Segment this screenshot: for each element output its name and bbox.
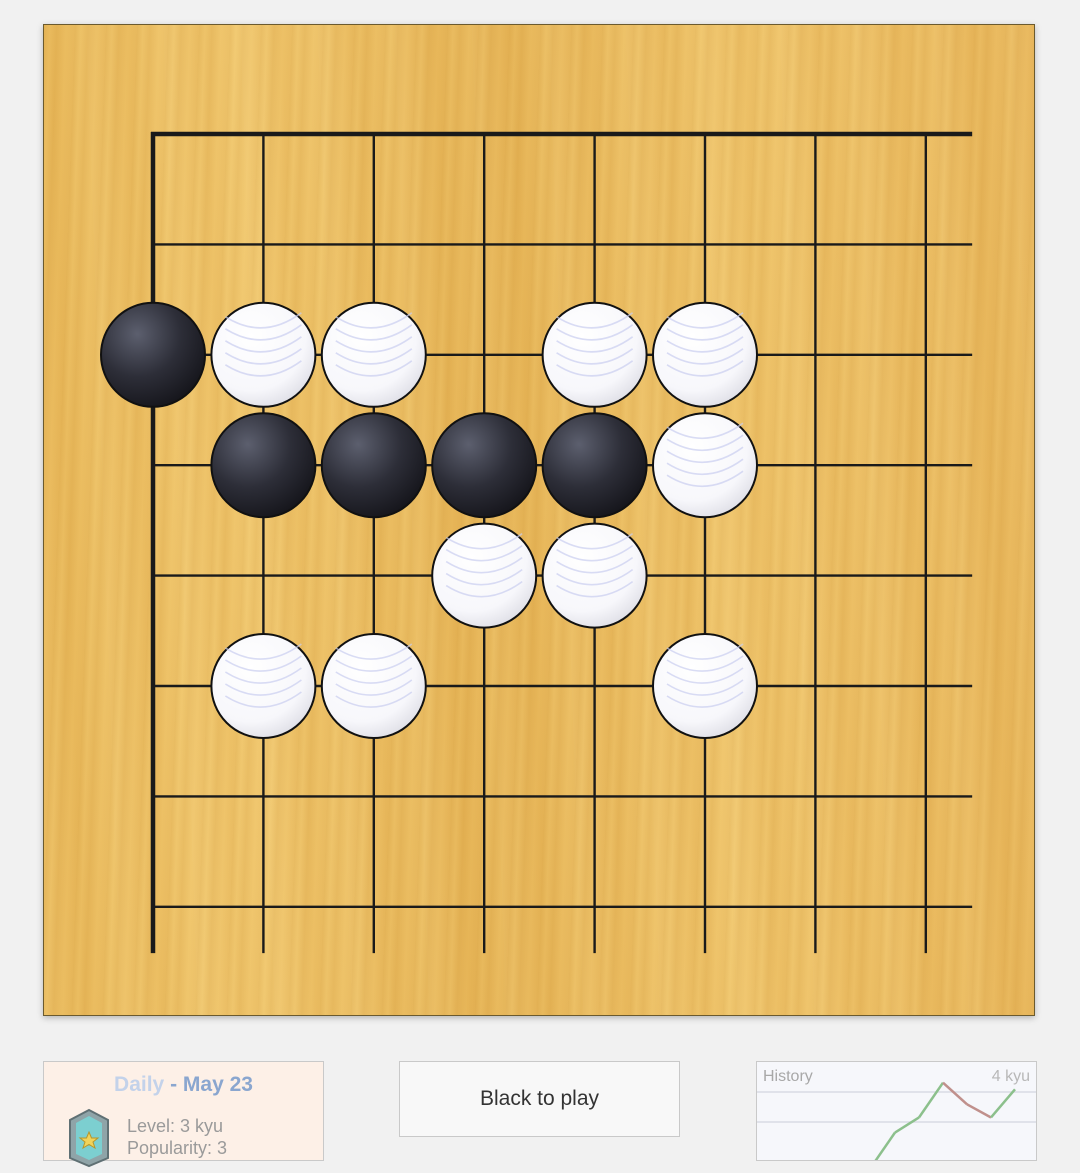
history-segment bbox=[966, 1103, 992, 1119]
history-segment bbox=[990, 1088, 1016, 1119]
black-stone[interactable] bbox=[210, 412, 317, 519]
white-stone[interactable] bbox=[431, 522, 538, 629]
board-grid[interactable] bbox=[43, 24, 1035, 1016]
history-title: History bbox=[763, 1068, 813, 1085]
history-segment bbox=[917, 1081, 945, 1119]
black-stone[interactable] bbox=[100, 301, 206, 408]
daily-date: May 23 bbox=[182, 1073, 253, 1096]
history-rank: 4 kyu bbox=[991, 1068, 1030, 1085]
black-stone[interactable] bbox=[431, 412, 538, 519]
history-segment bbox=[942, 1081, 968, 1106]
daily-level: Level: 3 kyu bbox=[127, 1116, 224, 1136]
black-stone[interactable] bbox=[320, 412, 427, 519]
white-stone[interactable] bbox=[320, 301, 427, 408]
white-stone[interactable] bbox=[210, 633, 317, 739]
black-stone[interactable] bbox=[541, 412, 648, 519]
daily-prefix: Daily bbox=[114, 1073, 165, 1096]
go-board[interactable] bbox=[43, 24, 1035, 1016]
history-chart[interactable]: History 4 kyu bbox=[756, 1061, 1037, 1161]
white-stone[interactable] bbox=[210, 301, 317, 408]
turn-label: Black to play bbox=[479, 1087, 600, 1110]
history-segment bbox=[874, 1131, 897, 1160]
white-stone[interactable] bbox=[320, 633, 427, 739]
daily-separator: - bbox=[164, 1073, 183, 1096]
white-stone[interactable] bbox=[652, 412, 758, 519]
turn-indicator-button[interactable]: Black to play bbox=[399, 1061, 680, 1137]
shield-star-icon bbox=[66, 1108, 112, 1173]
white-stone[interactable] bbox=[652, 301, 758, 408]
daily-puzzle-card[interactable]: Daily - May 23 Level: 3 kyu Popularity: … bbox=[43, 1061, 324, 1168]
history-segment bbox=[894, 1116, 920, 1134]
white-stone[interactable] bbox=[541, 522, 648, 629]
white-stone[interactable] bbox=[652, 633, 758, 739]
white-stone[interactable] bbox=[541, 301, 648, 408]
daily-title: Daily - May 23 bbox=[44, 1073, 323, 1097]
daily-popularity: Popularity: 3 bbox=[127, 1138, 228, 1158]
